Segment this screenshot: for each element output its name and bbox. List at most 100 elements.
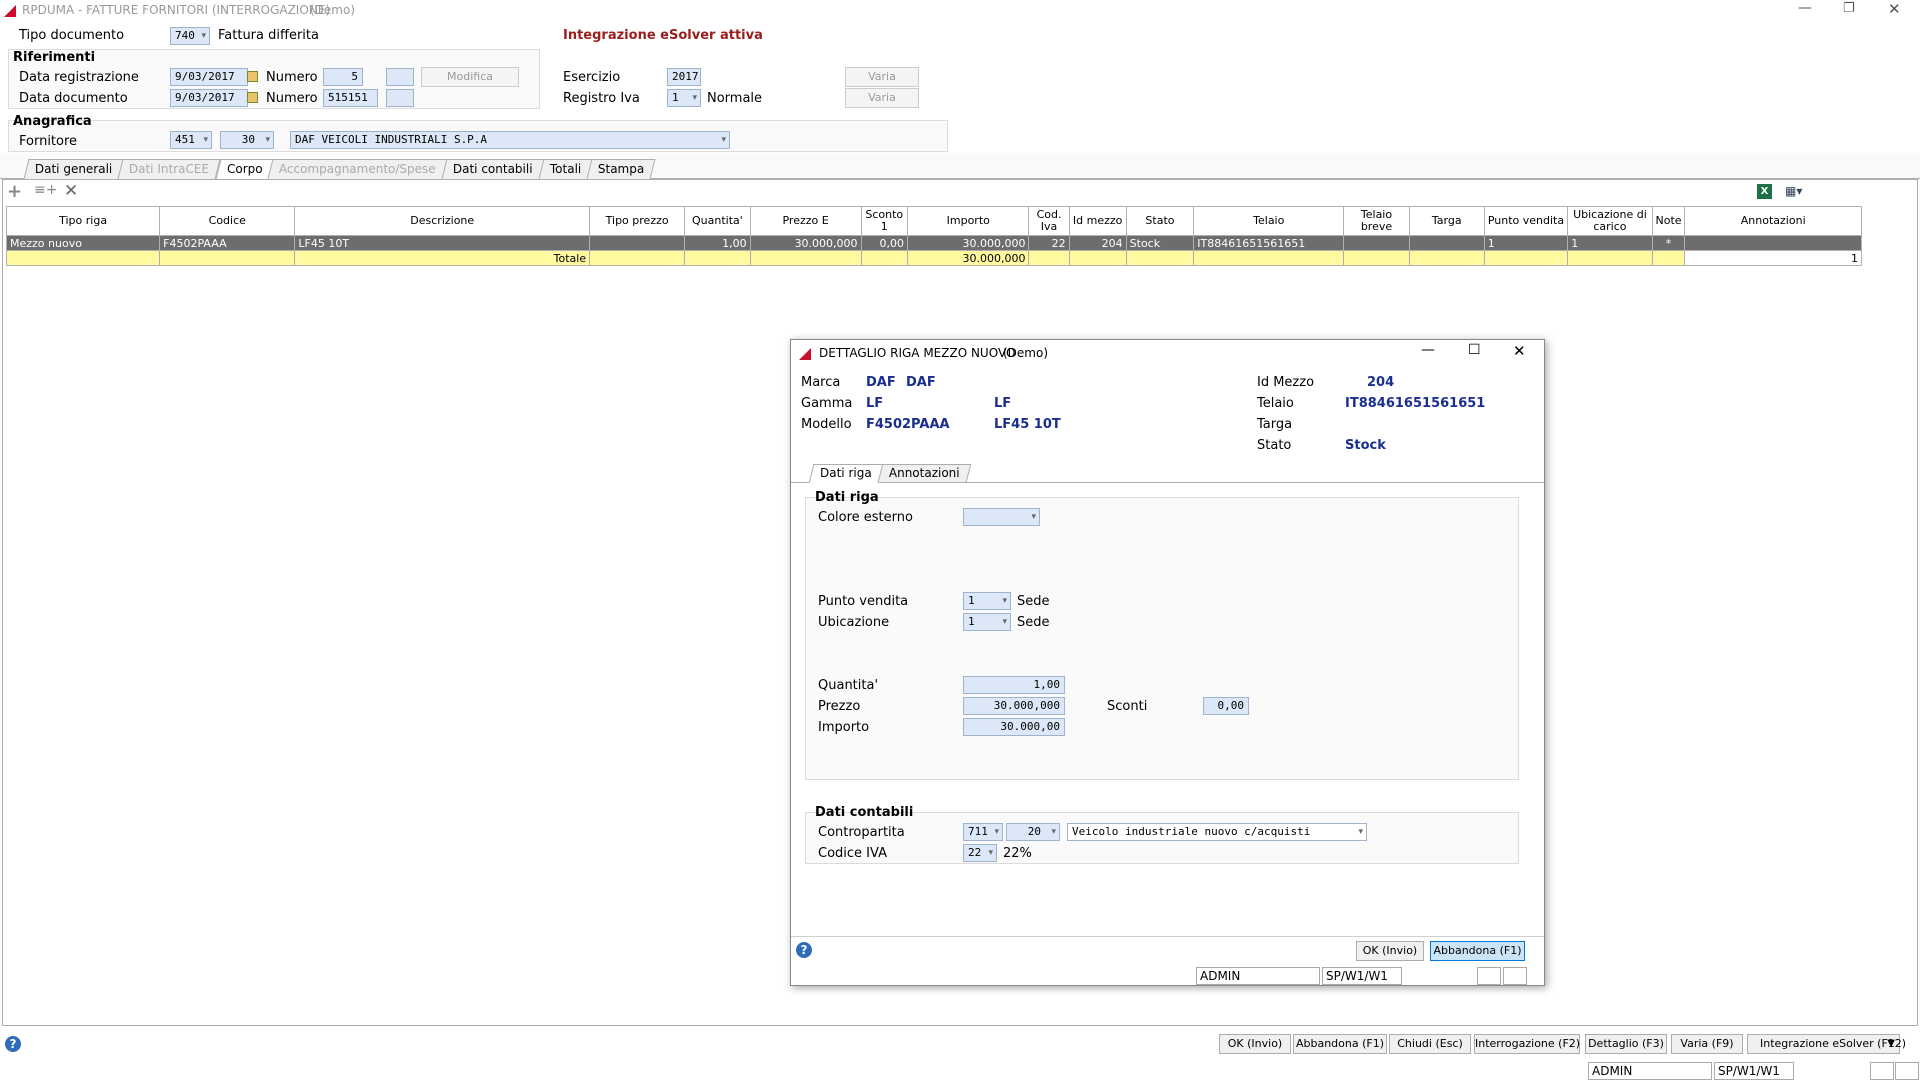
close-icon[interactable]: ✕ [1513, 342, 1526, 360]
table-row[interactable]: Mezzo nuovo F4502PAAA LF45 10T 1,00 30.0… [5, 235, 1862, 251]
colore-esterno-select[interactable] [963, 508, 1040, 526]
dialog-tabs-line [791, 482, 1544, 483]
contropartita2-select[interactable]: 20 [1006, 823, 1060, 841]
col-quantita[interactable]: Quantita' [684, 206, 751, 236]
numero-reg-field[interactable]: 5 [323, 68, 363, 86]
data-registrazione-label: Data registrazione [19, 70, 139, 85]
sconti-label: Sconti [1107, 699, 1148, 714]
prezzo-field[interactable]: 30.000,000 [963, 697, 1065, 715]
modello-label: Modello [801, 417, 852, 432]
contropartita-desc-select[interactable]: Veicolo industriale nuovo c/acquisti [1067, 823, 1367, 841]
esercizio-field[interactable]: 2017 [667, 68, 701, 86]
col-note[interactable]: Note [1651, 206, 1686, 236]
col-importo[interactable]: Importo [907, 206, 1030, 236]
chiudi-button[interactable]: Chiudi (Esc) [1389, 1034, 1471, 1054]
tab-corpo[interactable]: Corpo [214, 159, 274, 180]
id-mezzo-value: 204 [1367, 375, 1395, 390]
ok-button[interactable]: OK (Invio) [1219, 1034, 1291, 1054]
col-codice[interactable]: Codice [159, 206, 296, 236]
total-row: Totale 30.000,000 1 [5, 250, 1862, 266]
col-telaio[interactable]: Telaio [1193, 206, 1345, 236]
maximize-icon[interactable]: ☐ [1468, 342, 1481, 358]
excel-icon[interactable]: X [1757, 184, 1772, 199]
interrogazione-button[interactable]: Interrogazione (F2) [1474, 1034, 1580, 1054]
delete-row-icon[interactable]: ✕ [64, 181, 78, 201]
total-annotazioni: 1 [1684, 250, 1862, 266]
importo-label: Importo [818, 720, 870, 735]
contropartita1-select[interactable]: 711 [963, 823, 1003, 841]
col-telaio-breve[interactable]: Telaio breve [1343, 206, 1410, 236]
registro-iva-label: Registro Iva [563, 91, 640, 106]
col-stato[interactable]: Stato [1125, 206, 1195, 236]
fornitore-code1-select[interactable]: 451 [170, 131, 212, 149]
dialog-status-user: ADMIN [1196, 967, 1320, 985]
fornitore-name-select[interactable]: DAF VEICOLI INDUSTRIALI S.P.A [290, 131, 730, 149]
help-icon[interactable]: ? [796, 942, 812, 958]
col-tipo-prezzo[interactable]: Tipo prezzo [589, 206, 686, 236]
numero-reg-suffix-field[interactable] [386, 68, 414, 86]
quantita-field[interactable]: 1,00 [963, 676, 1065, 694]
col-sconto[interactable]: Sconto 1 [860, 206, 909, 236]
data-registrazione-field[interactable]: 9/03/2017 [170, 68, 248, 86]
restore-icon[interactable]: ❐ [1843, 1, 1855, 16]
data-documento-field[interactable]: 9/03/2017 [170, 89, 248, 107]
righe-grid[interactable]: Tipo riga Codice Descrizione Tipo prezzo… [5, 206, 1862, 266]
registro-iva-select[interactable]: 1 [667, 89, 701, 107]
telaio-label: Telaio [1257, 396, 1294, 411]
tab-accompagnamento-spese[interactable]: Accompagnamento/Spese [267, 159, 448, 179]
close-icon[interactable]: ✕ [1888, 0, 1901, 18]
col-targa[interactable]: Targa [1408, 206, 1485, 236]
fornitore-code2-select[interactable]: 30 [220, 131, 274, 149]
varia-esercizio-button[interactable]: Varia [845, 67, 919, 87]
minimize-icon[interactable]: — [1798, 0, 1812, 16]
col-prezzo[interactable]: Prezzo E [749, 206, 862, 236]
abbandona-button[interactable]: Abbandona (F1) [1293, 1034, 1387, 1054]
varia-registro-button[interactable]: Varia [845, 88, 919, 108]
dati-riga-group [805, 497, 1519, 780]
dialog-abbandona-button[interactable]: Abbandona (F1) [1430, 941, 1525, 961]
tab-dati-intracee[interactable]: Dati IntraCEE [117, 159, 222, 179]
sconti-field[interactable]: 0,00 [1203, 697, 1249, 715]
punto-vendita-select[interactable]: 1 [963, 592, 1011, 610]
col-ubicazione-carico[interactable]: Ubicazione di carico [1567, 206, 1653, 236]
modifica-button[interactable]: Modifica [421, 67, 519, 87]
integrazione-esolver-button[interactable]: Integrazione eSolver (F12) ▼ [1747, 1034, 1906, 1054]
numero-reg-label: Numero [266, 70, 318, 85]
codice-iva-select[interactable]: 22 [963, 844, 997, 862]
calendar-icon[interactable] [247, 92, 258, 103]
col-id-mezzo[interactable]: Id mezzo [1068, 206, 1127, 236]
numero-doc-suffix-field[interactable] [386, 89, 414, 107]
col-descrizione[interactable]: Descrizione [294, 206, 591, 236]
dettaglio-button[interactable]: Dettaglio (F3) [1585, 1034, 1667, 1054]
add-row-icon[interactable]: + [7, 181, 22, 202]
col-cod-iva[interactable]: Cod. Iva [1028, 206, 1070, 236]
help-icon[interactable]: ? [5, 1036, 21, 1052]
dialog-status-empty2 [1503, 967, 1527, 985]
tab-dati-riga[interactable]: Dati riga [808, 464, 884, 483]
dettaglio-dialog: DETTAGLIO RIGA MEZZO NUOVO (Demo) — ☐ ✕ … [790, 339, 1545, 986]
calendar-icon[interactable] [247, 71, 258, 82]
importo-field[interactable]: 30.000,00 [963, 718, 1065, 736]
col-tipo-riga[interactable]: Tipo riga [5, 206, 161, 236]
telaio-value: IT88461651561651 [1345, 396, 1486, 411]
minimize-icon[interactable]: — [1421, 342, 1435, 358]
col-annotazioni[interactable]: Annotazioni [1684, 206, 1862, 236]
tab-annotazioni[interactable]: Annotazioni [877, 464, 971, 482]
punto-vendita-desc: Sede [1017, 594, 1050, 609]
tipo-documento-select[interactable]: 740 [170, 27, 210, 45]
main-tabs: Dati generali Dati IntraCEE Corpo Accomp… [23, 159, 656, 180]
insert-row-icon[interactable]: ≡+ [34, 182, 57, 198]
varia-button[interactable]: Varia (F9) [1671, 1034, 1743, 1054]
registro-iva-desc: Normale [707, 91, 763, 106]
dialog-ok-button[interactable]: OK (Invio) [1356, 941, 1424, 961]
tab-totali[interactable]: Totali [538, 159, 593, 179]
tab-dati-contabili[interactable]: Dati contabili [441, 159, 545, 179]
tab-stampa[interactable]: Stampa [586, 159, 656, 179]
ubicazione-select[interactable]: 1 [963, 613, 1011, 631]
gamma-code: LF [866, 396, 884, 411]
numero-doc-field[interactable]: 515151 [323, 89, 378, 107]
contropartita-label: Contropartita [818, 825, 905, 840]
tab-dati-generali[interactable]: Dati generali [23, 159, 124, 179]
col-punto-vendita[interactable]: Punto vendita [1483, 206, 1569, 236]
columns-icon[interactable]: ▦▾ [1785, 184, 1815, 199]
